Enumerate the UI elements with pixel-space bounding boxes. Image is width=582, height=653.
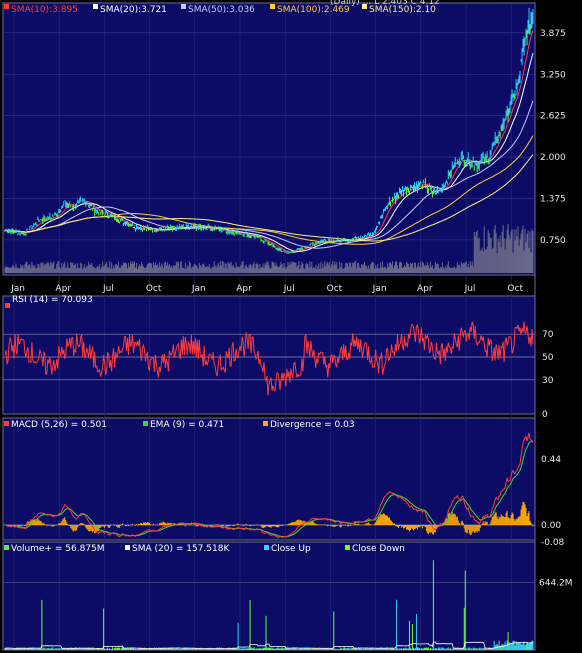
rsi-y-tick-label: 30: [542, 376, 554, 386]
macd-y-tick-label: 0.44: [541, 455, 561, 465]
price-y-tick-label: 2.625: [540, 112, 566, 122]
rsi-y-tick-label: 70: [542, 330, 554, 340]
legend-swatch: [5, 303, 10, 308]
x-tick-label: Jul: [283, 284, 295, 294]
volume-legend-item: Close Down: [352, 544, 405, 554]
legend-swatch: [345, 545, 350, 550]
legend-swatch: [362, 4, 367, 9]
volume-legend-item: SMA (20) = 157.518K: [132, 544, 230, 554]
price-y-tick-label: 2.000: [540, 153, 566, 163]
price-legend-item: SMA(100):2.469: [277, 5, 350, 15]
macd-y-tick-label: -0.08: [541, 538, 565, 548]
macd-y-tick-label: 0.00: [541, 521, 561, 531]
x-tick-label: Jan: [191, 284, 206, 294]
x-tick-label: Jul: [102, 284, 114, 294]
macd-legend-item: EMA (9) = 0.471: [150, 420, 224, 430]
x-tick-label: Jan: [372, 284, 387, 294]
x-tick-label: Apr: [417, 284, 433, 294]
price-y-tick-label: 1.375: [540, 194, 566, 204]
legend-swatch: [270, 4, 275, 9]
stock-chart: Jan Apr Jul Oct Jan Apr Jul Oct Jan Apr Jul Oct 3.87…: [0, 0, 582, 653]
macd-legend-item: Divergence = 0.03: [270, 420, 355, 430]
x-tick-label: Oct: [507, 284, 523, 294]
x-tick-label: Jul: [464, 284, 476, 294]
volume-legend-item: Close Up: [271, 544, 311, 554]
price-legend-item: SMA(20):3.721: [100, 5, 167, 15]
price-legend-item: SMA(150):2.10: [369, 5, 436, 15]
legend-swatch: [4, 4, 9, 9]
volume-panel: [2, 541, 536, 651]
price-y-tick-label: 3.250: [540, 70, 566, 80]
volume-y-tick-label: 644.2M: [539, 579, 573, 589]
x-tick-label: Oct: [327, 284, 343, 294]
legend-swatch: [125, 545, 130, 550]
legend-swatch: [93, 4, 98, 9]
rsi-legend: RSI (14) = 70.093: [12, 295, 93, 305]
price-y-tick-label: 3.875: [540, 29, 566, 39]
rsi-y-tick-label: 0: [542, 410, 548, 420]
legend-swatch: [143, 421, 148, 426]
price-legend-item: SMA(50):3.036: [188, 5, 255, 15]
legend-swatch: [263, 421, 268, 426]
x-tick-label: Oct: [146, 284, 162, 294]
chart-svg: Jan Apr Jul Oct Jan Apr Jul Oct Jan Apr Jul Oct 3.87…: [2, 0, 573, 651]
price-legend-item: SMA(10):3.895: [11, 5, 78, 15]
volume-legend-item: Volume+ = 56.875M: [11, 544, 105, 554]
price-y-tick-label: 0.750: [540, 236, 566, 246]
legend-swatch: [4, 421, 9, 426]
legend-swatch: [4, 545, 9, 550]
x-tick-label: Apr: [236, 284, 252, 294]
legend-swatch: [264, 545, 269, 550]
price-panel: [2, 2, 536, 276]
x-tick-label: Jan: [10, 284, 25, 294]
legend-swatch: [181, 4, 186, 9]
x-tick-label: Apr: [55, 284, 71, 294]
rsi-y-tick-label: 50: [542, 353, 554, 363]
macd-legend-item: MACD (5,26) = 0.501: [11, 420, 107, 430]
